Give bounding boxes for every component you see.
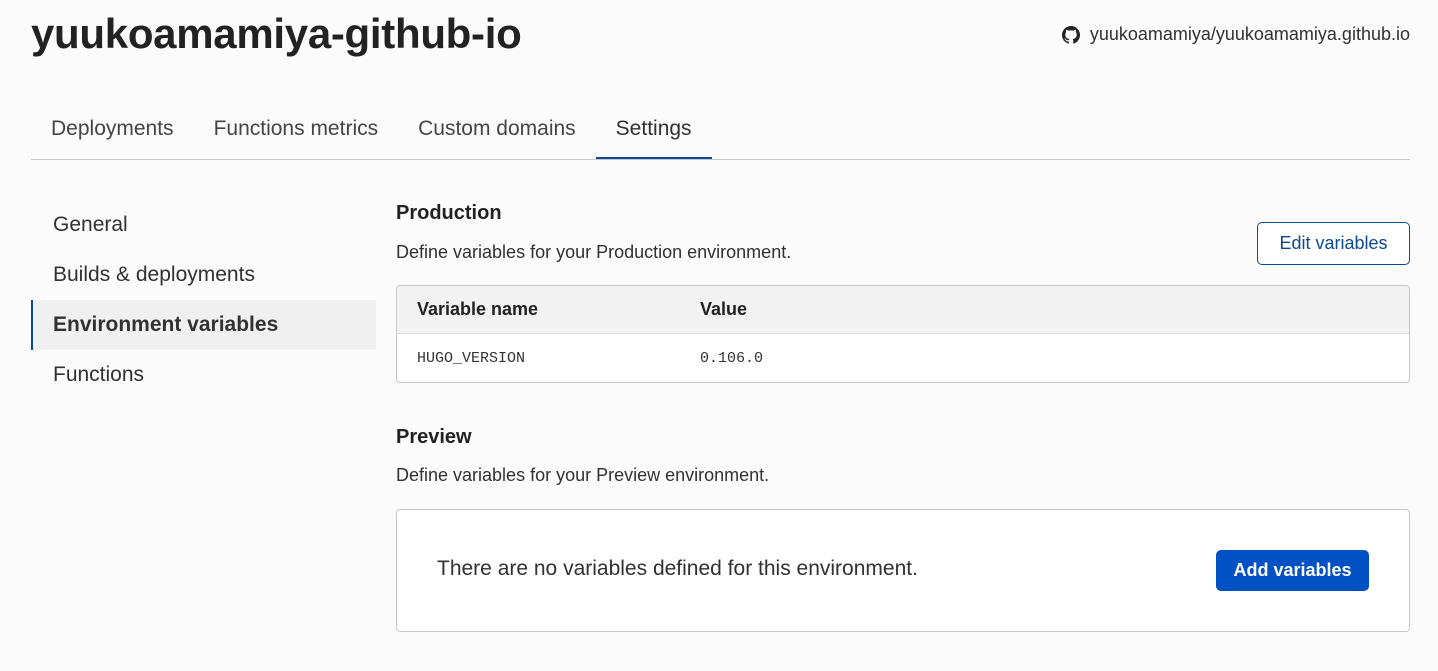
repo-link-label: yuukoamamiya/yuukoamamiya.github.io [1089,24,1410,44]
production-description: Define variables for your Production env… [396,242,792,262]
sidenav-item-general[interactable]: General [31,200,376,250]
tab-functions-metrics[interactable]: Functions metrics [194,100,399,159]
repo-link[interactable]: yuukoamamiya/yuukoamamiya.github.io [1061,24,1410,45]
tab-custom-domains[interactable]: Custom domains [398,100,596,159]
production-variables-table: Variable name Value HUGO_VERSION 0.106.0 [396,285,1410,383]
settings-sidenav: General Builds & deployments Environment… [31,200,376,400]
add-variables-button[interactable]: Add variables [1216,550,1369,591]
tab-bar: Deployments Functions metrics Custom dom… [31,100,1410,160]
edit-variables-button[interactable]: Edit variables [1257,222,1410,265]
column-header-value: Value [700,299,748,319]
table-row: HUGO_VERSION 0.106.0 [397,334,1409,382]
table-header: Variable name Value [397,286,1409,334]
column-header-variable-name: Variable name [417,299,539,319]
github-icon [1061,25,1080,44]
sidenav-item-environment-variables[interactable]: Environment variables [31,300,376,350]
preview-title: Preview [396,426,472,448]
sidenav-item-builds-deployments[interactable]: Builds & deployments [31,250,376,300]
variable-name-cell: HUGO_VERSION [417,349,526,367]
empty-state-message: There are no variables defined for this … [437,557,918,580]
tab-deployments[interactable]: Deployments [31,100,194,159]
production-title: Production [396,202,502,224]
sidenav-item-functions[interactable]: Functions [31,350,376,400]
variable-value-cell: 0.106.0 [700,349,764,367]
preview-description: Define variables for your Preview enviro… [396,465,770,485]
preview-empty-state: There are no variables defined for this … [396,509,1410,632]
tab-settings[interactable]: Settings [595,100,712,159]
page-title: yuukoamamiya-github-io [31,10,522,57]
